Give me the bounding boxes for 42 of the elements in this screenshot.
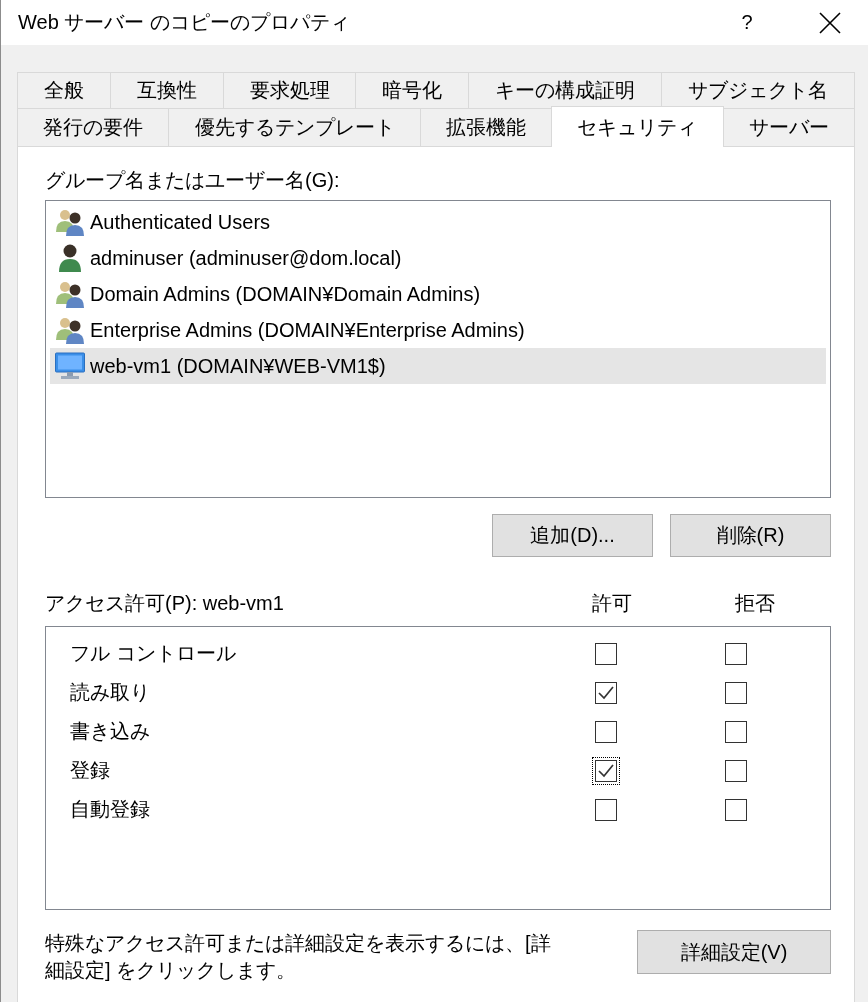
list-item[interactable]: web-vm1 (DOMAIN¥WEB-VM1$) xyxy=(50,348,826,384)
permissions-label: アクセス許可(P): web-vm1 xyxy=(45,591,284,615)
list-label: グループ名またはユーザー名(G): xyxy=(45,168,340,192)
permission-label: 書き込み xyxy=(70,719,150,744)
add-button[interactable]: 追加(D)... xyxy=(492,514,653,557)
users-icon xyxy=(55,280,85,308)
permission-label: 登録 xyxy=(70,758,110,783)
checkbox[interactable] xyxy=(725,759,747,782)
close-icon xyxy=(819,11,841,34)
list-item[interactable]: Authenticated Users xyxy=(50,204,826,240)
checkbox[interactable] xyxy=(725,681,747,704)
column-header: 許可 xyxy=(592,591,632,615)
list-item[interactable]: Domain Admins (DOMAIN¥Domain Admins) xyxy=(50,276,826,312)
checkmark-icon xyxy=(598,763,614,778)
column-header: 拒否 xyxy=(735,591,775,615)
checkbox[interactable] xyxy=(595,681,617,704)
list-item[interactable]: adminuser (adminuser@dom.local) xyxy=(50,240,826,276)
users-icon xyxy=(55,208,85,236)
user-list[interactable]: Authenticated Users adminuser (adminuser@dom.local) Domain Admins (DOMAIN¥Domain Admins) Enterprise Admins (DOMAIN¥Enterprise Admins) web-vm1 (DOMAIN¥WEB-VM1$) xyxy=(45,200,831,498)
help-button[interactable]: ? xyxy=(702,0,792,45)
window-title: Web サーバー のコピーのプロパティ xyxy=(18,10,350,35)
checkbox[interactable] xyxy=(725,798,747,821)
tab[interactable]: 発行の要件 xyxy=(17,108,170,146)
help-text: 特殊なアクセス許可または詳細設定を表示するには、[詳細設定] をクリックします。 xyxy=(45,931,552,983)
checkmark-icon xyxy=(598,685,614,700)
permission-label: フル コントロール xyxy=(70,641,236,666)
permission-label: 読み取り xyxy=(70,680,150,705)
checkbox[interactable] xyxy=(595,720,617,743)
checkbox[interactable] xyxy=(595,798,617,821)
checkbox[interactable] xyxy=(595,642,617,665)
tab[interactable]: サブジェクト名 xyxy=(661,72,855,108)
advanced-button[interactable]: 詳細設定(V) xyxy=(637,930,831,974)
users-icon xyxy=(55,316,85,344)
tab[interactable]: セキュリティ xyxy=(551,106,724,147)
checkbox[interactable] xyxy=(725,720,747,743)
tab[interactable]: サーバー xyxy=(722,108,856,146)
permission-label: 自動登録 xyxy=(70,797,150,822)
monitor-icon xyxy=(55,352,85,380)
list-item[interactable]: Enterprise Admins (DOMAIN¥Enterprise Admins) xyxy=(50,312,826,348)
checkbox[interactable] xyxy=(725,642,747,665)
remove-button[interactable]: 削除(R) xyxy=(670,514,831,557)
tab[interactable]: 全般 xyxy=(17,72,111,108)
